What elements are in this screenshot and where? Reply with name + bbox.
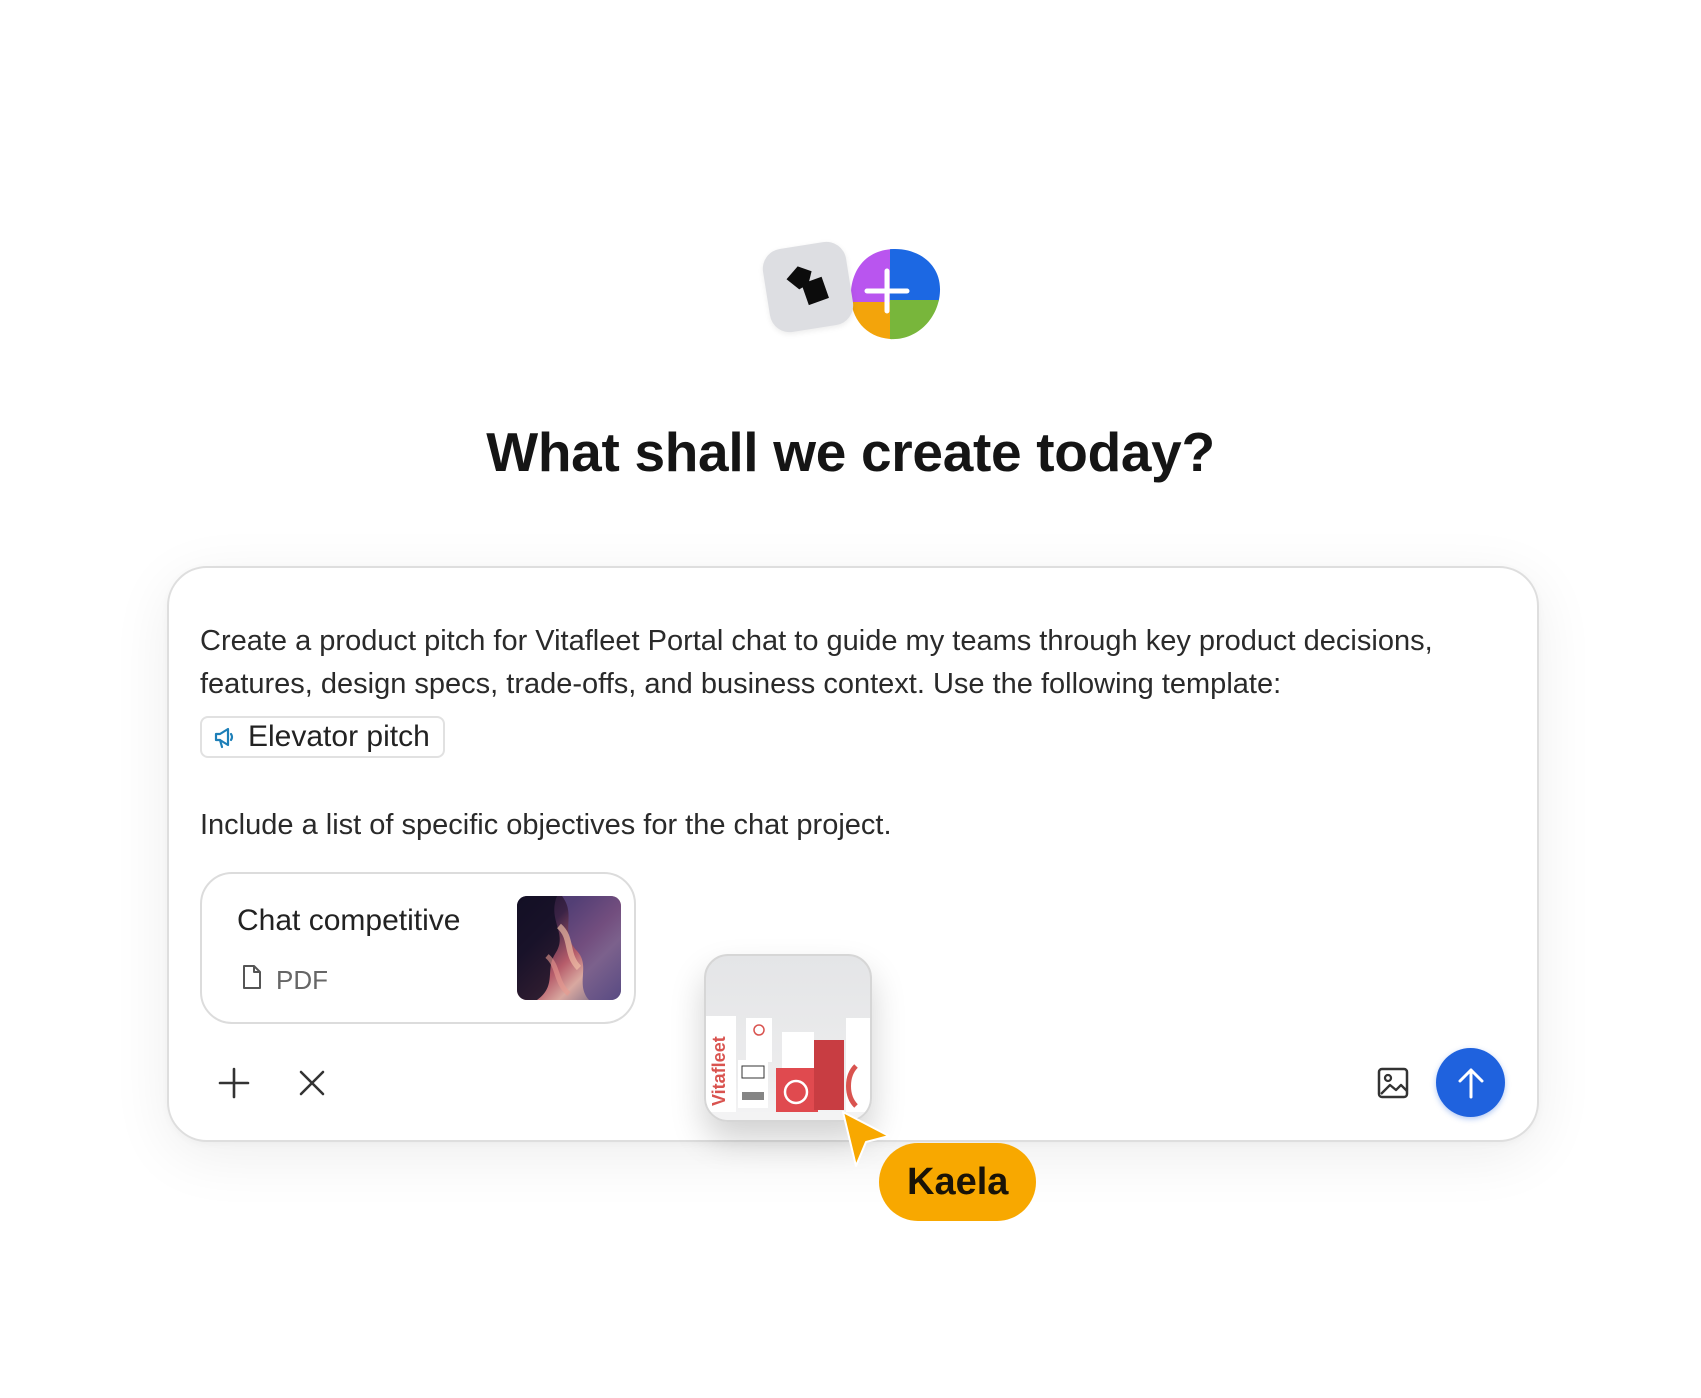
attachment-card[interactable]: Chat competitive PDF: [200, 872, 636, 1024]
send-button[interactable]: [1436, 1048, 1505, 1117]
app-logo-icon: [759, 238, 857, 336]
template-chip-label: Elevator pitch: [248, 720, 430, 753]
arrow-up-icon: [1458, 1068, 1483, 1098]
add-button[interactable]: [210, 1059, 258, 1107]
page-title: What shall we create today?: [486, 421, 1215, 483]
vitafleet-box-label: Vitafleet: [709, 1036, 729, 1106]
attachment-thumbnail: [517, 896, 621, 1000]
collaborator-name-badge: Kaela: [879, 1143, 1037, 1221]
template-chip[interactable]: Elevator pitch: [200, 716, 445, 758]
brand-logo-icon: [846, 246, 942, 342]
objective-text[interactable]: Include a list of specific objectives fo…: [200, 805, 892, 845]
attachment-type: PDF: [242, 964, 328, 997]
stacked-squares-icon: [786, 266, 829, 306]
dragged-image-preview[interactable]: Vitafleet: [704, 954, 872, 1122]
close-icon: [299, 1070, 325, 1096]
prompt-text[interactable]: Create a product pitch for Vitafleet Por…: [200, 620, 1520, 706]
image-icon: [1377, 1067, 1409, 1099]
document-icon: [242, 964, 262, 997]
attachment-title: Chat competitive: [237, 904, 461, 937]
attachment-type-label: PDF: [276, 965, 328, 995]
megaphone-icon: [212, 724, 238, 750]
clear-button[interactable]: [288, 1059, 336, 1107]
add-image-button[interactable]: [1369, 1059, 1417, 1107]
workspace: What shall we create today? Create a pro…: [0, 0, 1701, 1398]
plus-icon: [218, 1067, 250, 1099]
